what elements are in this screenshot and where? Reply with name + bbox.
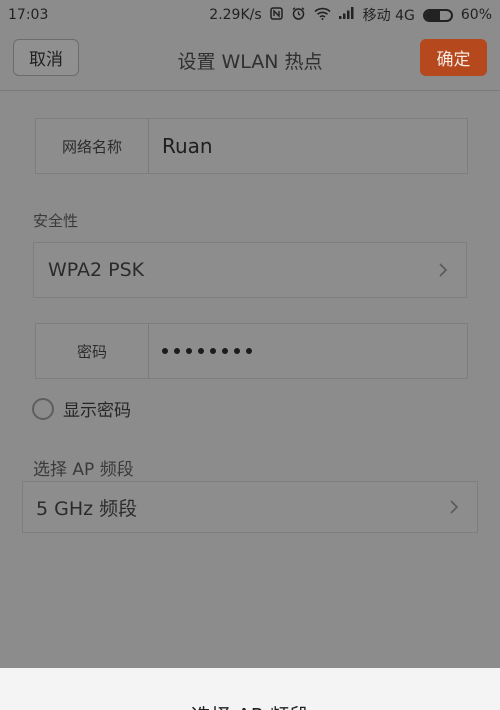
status-indicators: 2.29K/s 移动 4G 60% — [209, 5, 492, 25]
page-title: 设置 WLAN 热点 — [177, 50, 323, 73]
status-bar: 17:03 2.29K/s 移动 4G 60% — [0, 0, 500, 30]
carrier-label: 移动 4G — [362, 8, 415, 24]
password-input[interactable] — [162, 324, 252, 378]
nfc-icon — [269, 6, 283, 24]
show-password-radio[interactable] — [32, 397, 54, 420]
wifi-icon — [314, 7, 331, 24]
ap-band-select[interactable]: 5 GHz 频段 — [22, 481, 478, 533]
signal-icon — [338, 7, 355, 23]
battery-icon — [422, 8, 453, 22]
ap-band-sheet: 选择 AP 频段 — [0, 668, 500, 710]
password-label: 密码 — [36, 324, 149, 378]
password-row: 密码 — [35, 323, 468, 379]
header-divider — [0, 90, 500, 91]
security-value: WPA2 PSK — [48, 259, 145, 281]
title-bar: 取消 设置 WLAN 热点 确定 — [0, 30, 500, 90]
battery-percent: 60% — [460, 7, 492, 23]
ap-band-value: 5 GHz 频段 — [36, 497, 138, 520]
confirm-button[interactable]: 确定 — [420, 39, 487, 76]
show-password-option[interactable]: 显示密码 — [32, 396, 131, 421]
chevron-right-icon — [449, 482, 459, 532]
network-name-row: 网络名称 Ruan — [35, 118, 468, 174]
network-name-label: 网络名称 — [36, 119, 149, 173]
network-name-input[interactable]: Ruan — [162, 119, 213, 173]
status-time: 17:03 — [8, 7, 49, 23]
sheet-title: 选择 AP 频段 — [191, 700, 309, 710]
show-password-label: 显示密码 — [63, 401, 131, 421]
alarm-icon — [291, 6, 306, 25]
battery-level — [424, 10, 441, 20]
password-mask — [162, 348, 252, 354]
cancel-button[interactable]: 取消 — [13, 39, 79, 76]
net-speed: 2.29K/s — [209, 7, 262, 23]
security-select[interactable]: WPA2 PSK — [33, 242, 467, 298]
ap-band-label: 选择 AP 频段 — [33, 460, 134, 480]
chevron-right-icon — [438, 243, 448, 297]
security-label: 安全性 — [33, 212, 79, 230]
